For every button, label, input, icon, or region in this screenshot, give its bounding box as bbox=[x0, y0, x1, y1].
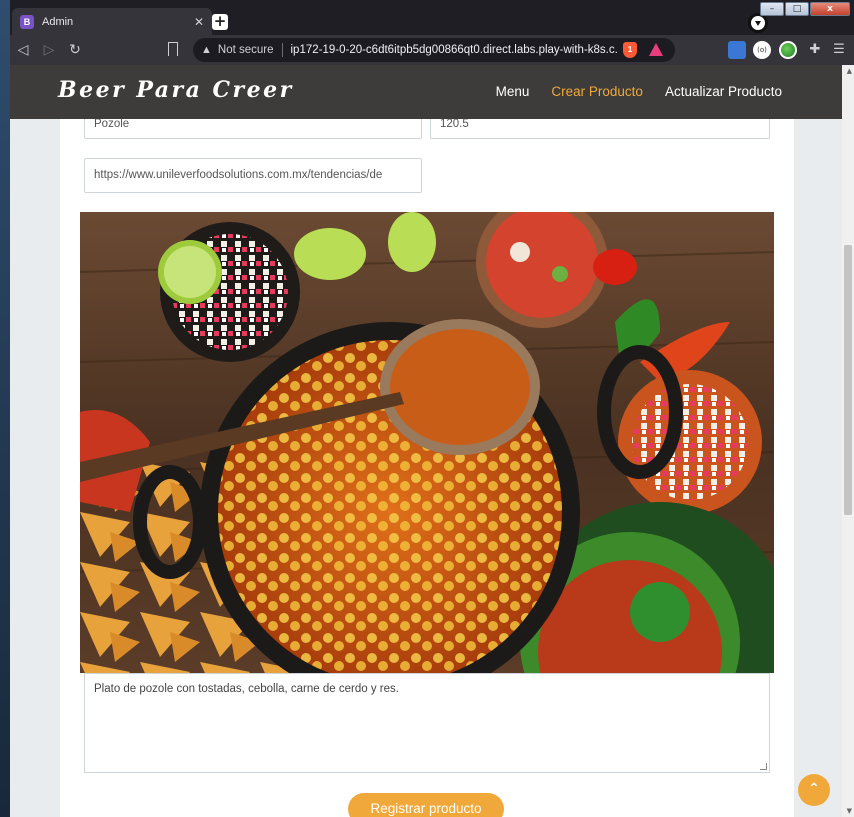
product-image bbox=[80, 212, 774, 673]
address-bar[interactable]: ▲ Not secure ip172-19-0-20-c6dt6itpb5dg0… bbox=[193, 38, 675, 62]
tab-strip: B Admin ✕ + – □ x bbox=[10, 0, 854, 35]
scroll-to-top-button[interactable]: ⌃ bbox=[798, 774, 830, 806]
brave-rewards-icon[interactable] bbox=[649, 43, 663, 56]
window-controls: – □ x bbox=[760, 2, 850, 16]
scroll-down-icon[interactable]: ▼ bbox=[847, 807, 852, 815]
globe-extension-icon[interactable] bbox=[779, 41, 797, 59]
minimize-icon[interactable]: – bbox=[760, 2, 784, 16]
close-window-icon[interactable]: x bbox=[810, 2, 850, 16]
new-tab-icon[interactable]: + bbox=[212, 14, 228, 30]
menu-icon[interactable]: ☰ bbox=[830, 41, 848, 59]
divider bbox=[281, 43, 283, 57]
bookmark-icon[interactable] bbox=[168, 42, 178, 56]
nav-link-crear-producto[interactable]: Crear Producto bbox=[551, 84, 643, 99]
tab-title: Admin bbox=[42, 15, 74, 28]
scrollbar[interactable]: ▲ ▼ bbox=[842, 65, 854, 817]
back-icon[interactable]: ◁ bbox=[10, 42, 36, 58]
nav-links: Menu Crear Producto Actualizar Producto bbox=[496, 84, 782, 99]
site-navbar: Beer Para Creer Menu Crear Producto Actu… bbox=[10, 65, 842, 119]
submit-button[interactable]: Registrar producto bbox=[348, 793, 504, 817]
browser-window: B Admin ✕ + – □ x ◁ ▷ ↻ ▲ Not secure ip1… bbox=[10, 0, 854, 817]
translate-extension-icon[interactable] bbox=[728, 41, 746, 59]
puzzle-icon[interactable]: ✚ bbox=[806, 41, 824, 59]
description-text: Plato de pozole con tostadas, cebolla, c… bbox=[94, 683, 399, 695]
scroll-up-icon[interactable]: ▲ bbox=[847, 67, 852, 75]
image-url-input[interactable]: https://www.unileverfoodsolutions.com.mx… bbox=[84, 158, 422, 193]
site-favicon-icon: B bbox=[20, 14, 34, 29]
reload-icon[interactable]: ↻ bbox=[62, 42, 88, 58]
nav-link-menu[interactable]: Menu bbox=[496, 84, 530, 99]
close-tab-icon[interactable]: ✕ bbox=[194, 15, 204, 29]
profile-icon[interactable] bbox=[748, 13, 768, 33]
maximize-icon[interactable]: □ bbox=[785, 2, 809, 16]
resize-handle-icon[interactable] bbox=[760, 763, 767, 770]
description-textarea[interactable]: Plato de pozole con tostadas, cebolla, c… bbox=[84, 673, 770, 773]
brave-shield-icon[interactable]: 1 bbox=[623, 42, 637, 58]
desktop-background bbox=[0, 0, 10, 817]
browser-tab[interactable]: B Admin ✕ bbox=[12, 8, 212, 35]
browser-toolbar: ◁ ▷ ↻ ▲ Not secure ip172-19-0-20-c6dt6it… bbox=[10, 35, 854, 65]
page-viewport: Pozole 120.5 https://www.unileverfoodsol… bbox=[10, 65, 854, 817]
warning-icon: ▲ bbox=[201, 44, 212, 56]
form-card: Pozole 120.5 https://www.unileverfoodsol… bbox=[60, 65, 794, 817]
extension-icon[interactable]: (o) bbox=[753, 41, 771, 59]
nav-link-actualizar-producto[interactable]: Actualizar Producto bbox=[665, 84, 782, 99]
url-text[interactable]: ip172-19-0-20-c6dt6itpb5dg00866qt0.direc… bbox=[291, 44, 617, 56]
brand-logo[interactable]: Beer Para Creer bbox=[58, 77, 294, 103]
scrollbar-thumb[interactable] bbox=[844, 245, 852, 515]
forward-icon[interactable]: ▷ bbox=[36, 42, 62, 58]
security-label: Not secure bbox=[217, 44, 274, 56]
